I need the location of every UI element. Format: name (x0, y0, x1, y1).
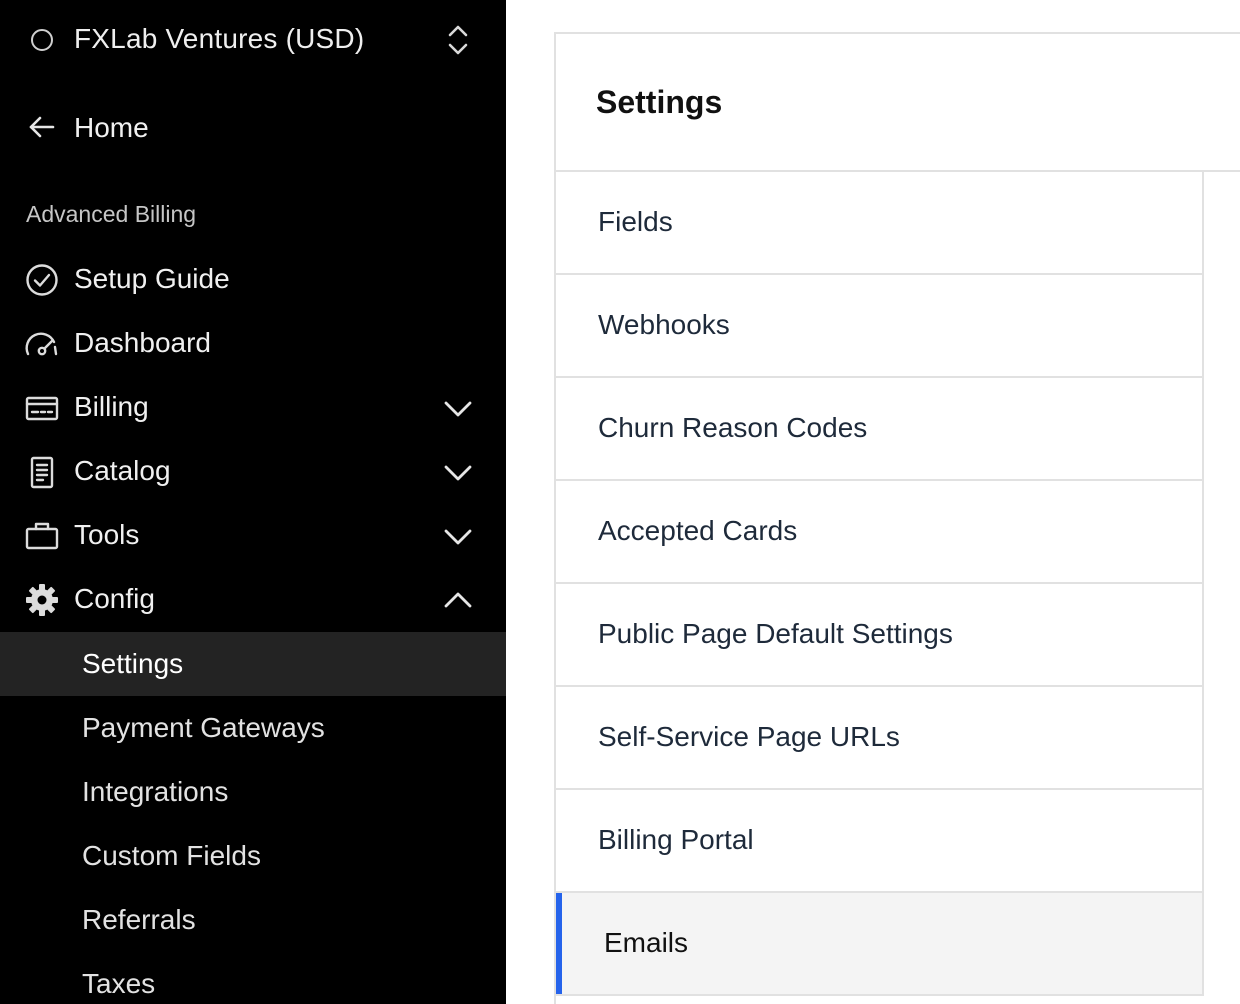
main-content: Settings Fields Webhooks Churn Reason Co… (506, 0, 1240, 1004)
sidebar-item-label: Catalog (74, 455, 171, 486)
settings-row-label: Public Page Default Settings (598, 618, 953, 649)
check-circle-icon (24, 263, 60, 297)
chevron-down-icon (442, 458, 474, 486)
sidebar-item-setup-guide[interactable]: Setup Guide (0, 249, 506, 311)
sidebar-subitem-label: Taxes (82, 968, 156, 999)
settings-row-label: Webhooks (598, 309, 730, 340)
settings-row-webhooks[interactable]: Webhooks (556, 275, 1202, 378)
document-icon (24, 455, 60, 489)
sidebar-subitem-taxes[interactable]: Taxes (0, 952, 506, 1004)
arrow-left-icon (27, 112, 57, 142)
settings-row-label: Self-Service Page URLs (598, 721, 900, 752)
sidebar-item-tools[interactable]: Tools (0, 505, 506, 567)
settings-row-label: Emails (604, 927, 689, 958)
sidebar-item-label: Setup Guide (74, 263, 230, 294)
sidebar-item-label: Tools (74, 519, 140, 550)
sidebar-subitem-integrations[interactable]: Integrations (0, 760, 506, 824)
sidebar-subitem-referrals[interactable]: Referrals (0, 888, 506, 952)
sidebar-item-catalog[interactable]: Catalog (0, 441, 506, 503)
settings-row-label: Accepted Cards (598, 515, 798, 546)
settings-list: Fields Webhooks Churn Reason Codes Accep… (556, 172, 1204, 996)
settings-row-label: Billing Portal (598, 824, 754, 855)
chevron-down-icon (442, 394, 474, 422)
sidebar-subitem-label: Integrations (82, 776, 229, 807)
section-label: Advanced Billing (26, 201, 197, 227)
card-icon (24, 391, 60, 425)
sidebar-subitem-label: Custom Fields (82, 840, 261, 871)
org-name: FXLab Ventures (USD) (74, 23, 365, 54)
panel-header: Settings (556, 34, 1240, 172)
gauge-icon (24, 327, 60, 361)
sidebar-subitem-custom-fields[interactable]: Custom Fields (0, 824, 506, 888)
settings-row-churn-reason-codes[interactable]: Churn Reason Codes (556, 378, 1202, 481)
settings-row-billing-portal[interactable]: Billing Portal (556, 790, 1202, 893)
sidebar-item-billing[interactable]: Billing (0, 377, 506, 439)
sidebar-subitem-label: Payment Gateways (82, 712, 325, 743)
settings-row-self-service-page-urls[interactable]: Self-Service Page URLs (556, 687, 1202, 790)
sidebar-item-config[interactable]: Config (0, 569, 506, 631)
sidebar-subitem-payment-gateways[interactable]: Payment Gateways (0, 696, 506, 760)
settings-row-fields[interactable]: Fields (556, 172, 1202, 275)
sidebar-subitem-label: Settings (82, 648, 184, 679)
sidebar-subitem-label: Referrals (82, 904, 196, 935)
org-switcher[interactable]: FXLab Ventures (USD) (0, 8, 506, 72)
settings-row-emails[interactable]: Emails (556, 893, 1202, 996)
sidebar: FXLab Ventures (USD) Home Advanced Billi… (0, 0, 506, 1004)
briefcase-icon (24, 519, 60, 553)
home-link[interactable]: Home (0, 96, 506, 160)
sidebar-item-dashboard[interactable]: Dashboard (0, 313, 506, 375)
settings-panel: Settings Fields Webhooks Churn Reason Co… (554, 32, 1240, 1004)
home-label: Home (74, 112, 149, 143)
settings-row-label: Fields (598, 206, 673, 237)
sidebar-item-label: Config (74, 583, 155, 614)
settings-row-accepted-cards[interactable]: Accepted Cards (556, 481, 1202, 584)
org-status-icon (31, 29, 53, 51)
page-title: Settings (596, 84, 723, 120)
sidebar-item-label: Dashboard (74, 327, 211, 358)
chevron-up-down-icon (444, 21, 472, 59)
sidebar-subitem-settings[interactable]: Settings (0, 632, 506, 696)
chevron-down-icon (442, 522, 474, 550)
sidebar-item-label: Billing (74, 391, 149, 422)
settings-row-label: Churn Reason Codes (598, 412, 868, 443)
settings-row-public-page-default-settings[interactable]: Public Page Default Settings (556, 584, 1202, 687)
gear-icon (24, 583, 60, 617)
chevron-up-icon (442, 586, 474, 614)
